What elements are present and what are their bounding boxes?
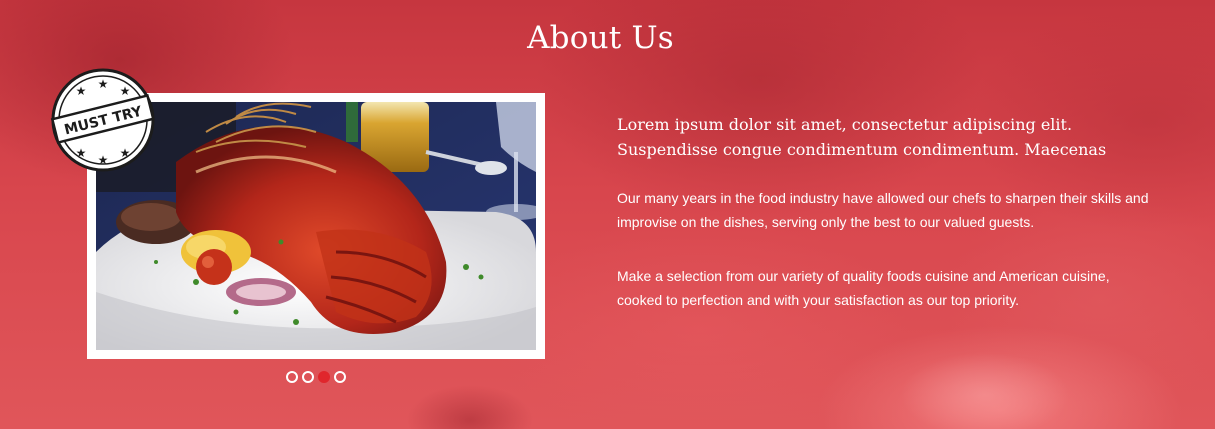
- paragraph-experience: Our many years in the food industry have…: [617, 190, 1149, 230]
- slider-pagination: [286, 371, 346, 383]
- lead-text: Lorem ipsum dolor sit amet, consectetur …: [617, 115, 1107, 159]
- slider-dot-1[interactable]: [286, 371, 298, 383]
- star-stamp-icon: ★ ★ ★ ★ ★ ★ MUST TRY: [50, 68, 155, 172]
- svg-text:★: ★: [76, 84, 87, 98]
- paragraph-selection: Make a selection from our variety of qua…: [617, 268, 1110, 308]
- about-content: Lorem ipsum dolor sit amet, consectetur …: [617, 112, 1177, 343]
- slider-dot-2[interactable]: [302, 371, 314, 383]
- svg-text:★: ★: [76, 146, 87, 160]
- svg-text:★: ★: [120, 146, 131, 160]
- lobster-dish-image: [96, 102, 536, 350]
- svg-text:★: ★: [120, 84, 131, 98]
- svg-text:★: ★: [98, 77, 109, 91]
- svg-text:★: ★: [98, 153, 109, 167]
- slider-dot-3-active[interactable]: [318, 371, 330, 383]
- must-try-badge: ★ ★ ★ ★ ★ ★ MUST TRY: [50, 68, 155, 172]
- section-title: About Us: [527, 20, 674, 56]
- slider-dot-4[interactable]: [334, 371, 346, 383]
